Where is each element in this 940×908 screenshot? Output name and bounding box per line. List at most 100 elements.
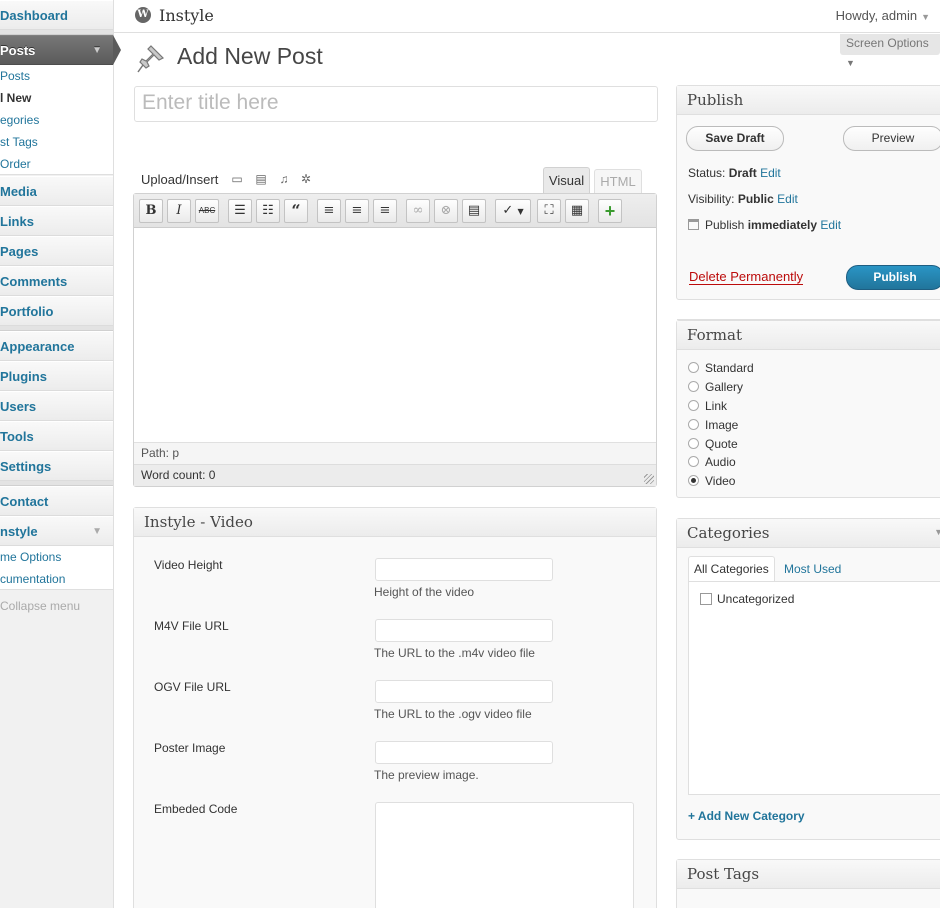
user-greeting[interactable]: Howdy, admin ▼ — [836, 8, 930, 23]
menu-media[interactable]: Media — [0, 176, 113, 206]
add-shortcode-icon[interactable]: + — [598, 199, 622, 223]
format-option-standard[interactable]: Standard — [688, 361, 754, 375]
delete-permanently-link[interactable]: Delete Permanently — [689, 270, 804, 285]
radio-button[interactable] — [688, 381, 699, 392]
edit-visibility-link[interactable]: Edit — [777, 192, 798, 206]
align-left-icon[interactable]: ≡ — [317, 199, 341, 223]
menu-posts[interactable]: Posts ▼ — [0, 35, 113, 65]
submenu-item-post-tags[interactable]: st Tags — [0, 131, 113, 153]
menu-plugins-label: Plugins — [0, 369, 47, 384]
submenu-item-order[interactable]: Order — [0, 153, 113, 175]
strikethrough-button[interactable]: ABC — [195, 199, 219, 223]
screen-options-button[interactable]: Screen Options ▼ — [840, 34, 940, 68]
editor-path: Path: p — [134, 442, 656, 464]
submenu-item-posts[interactable]: Posts — [0, 65, 113, 87]
tab-all-categories[interactable]: All Categories — [688, 556, 775, 582]
format-option-image[interactable]: Image — [688, 418, 738, 432]
post-title-input[interactable]: Enter title here — [134, 86, 658, 122]
menu-links[interactable]: Links — [0, 206, 113, 236]
menu-portfolio[interactable]: Portfolio — [0, 296, 113, 326]
submenu-item-theme-options[interactable]: me Options — [0, 546, 113, 568]
menu-settings[interactable]: Settings — [0, 451, 113, 481]
numbered-list-icon[interactable]: ☷ — [256, 199, 280, 223]
publish-button[interactable]: Publish — [846, 265, 940, 290]
menu-instyle[interactable]: nstyle ▼ — [0, 516, 113, 546]
ogv-url-input[interactable] — [375, 680, 553, 703]
chevron-down-icon[interactable]: ▼ — [92, 517, 102, 545]
edit-schedule-link[interactable]: Edit — [820, 218, 841, 232]
kitchen-sink-icon[interactable]: ▦ — [565, 199, 589, 223]
word-count: Word count: 0 — [134, 464, 656, 486]
radio-button[interactable] — [688, 400, 699, 411]
post-tags-box-title[interactable]: Post Tags — [677, 860, 940, 889]
status-label: Status: — [688, 166, 726, 180]
site-name[interactable]: Instyle — [159, 6, 214, 25]
format-option-quote[interactable]: Quote — [688, 437, 738, 451]
chevron-down-icon: ▼ — [517, 207, 524, 216]
publish-box-title[interactable]: Publish — [677, 86, 940, 115]
radio-button[interactable] — [688, 362, 699, 373]
edit-status-link[interactable]: Edit — [760, 166, 781, 180]
radio-button-selected[interactable] — [688, 475, 699, 486]
add-audio-icon[interactable]: ♫ — [277, 173, 291, 186]
menu-users[interactable]: Users — [0, 391, 113, 421]
add-new-category-link[interactable]: + Add New Category — [688, 809, 805, 823]
menu-pages[interactable]: Pages — [0, 236, 113, 266]
format-option-link[interactable]: Link — [688, 399, 727, 413]
add-media-icon[interactable]: ✲ — [299, 173, 313, 186]
radio-button[interactable] — [688, 419, 699, 430]
format-option-label: Standard — [705, 361, 754, 375]
format-option-label: Image — [705, 418, 739, 432]
menu-tools[interactable]: Tools — [0, 421, 113, 451]
categories-box-title[interactable]: Categories — [677, 519, 940, 548]
save-draft-button[interactable]: Save Draft — [686, 126, 784, 151]
chevron-down-icon: ▼ — [846, 58, 855, 68]
poster-image-label: Poster Image — [154, 741, 226, 755]
chevron-down-icon[interactable]: ▼ — [934, 527, 940, 537]
unlink-icon[interactable]: ⊗ — [434, 199, 458, 223]
poster-image-input[interactable] — [375, 741, 553, 764]
preview-button[interactable]: Preview — [843, 126, 940, 151]
more-tag-icon[interactable]: ▤ — [462, 199, 486, 223]
chevron-down-icon[interactable]: ▼ — [92, 36, 102, 64]
submenu-item-documentation[interactable]: cumentation — [0, 568, 113, 590]
tab-html[interactable]: HTML — [594, 169, 642, 194]
spellcheck-icon[interactable]: ✓ ▼ — [495, 199, 531, 223]
format-option-audio[interactable]: Audio — [688, 455, 736, 469]
tab-most-used[interactable]: Most Used — [784, 562, 841, 576]
m4v-url-input[interactable] — [375, 619, 553, 642]
add-image-icon[interactable]: ▭ — [230, 173, 244, 186]
add-video-icon[interactable]: ▤ — [254, 173, 268, 186]
blockquote-icon[interactable]: “ — [284, 199, 308, 223]
embed-code-textarea[interactable] — [375, 802, 634, 908]
radio-button[interactable] — [688, 456, 699, 467]
format-box-title[interactable]: Format — [677, 321, 940, 350]
video-height-input[interactable] — [375, 558, 553, 581]
bold-button[interactable]: B — [139, 199, 163, 223]
radio-button[interactable] — [688, 438, 699, 449]
menu-appearance[interactable]: Appearance — [0, 331, 113, 361]
menu-contact[interactable]: Contact — [0, 486, 113, 516]
submenu-item-categories[interactable]: egories — [0, 109, 113, 131]
align-right-icon[interactable]: ≡ — [373, 199, 397, 223]
menu-media-label: Media — [0, 184, 37, 199]
bullet-list-icon[interactable]: ☰ — [228, 199, 252, 223]
category-item[interactable]: Uncategorized — [700, 592, 794, 606]
editor-content-area[interactable] — [134, 228, 656, 442]
menu-dashboard[interactable]: Dashboard — [0, 0, 113, 30]
collapse-menu[interactable]: Collapse menu — [0, 599, 80, 613]
format-option-gallery[interactable]: Gallery — [688, 380, 743, 394]
menu-plugins[interactable]: Plugins — [0, 361, 113, 391]
submenu-item-add-new[interactable]: l New — [0, 87, 113, 109]
menu-comments[interactable]: Comments — [0, 266, 113, 296]
align-center-icon[interactable]: ≡ — [345, 199, 369, 223]
resize-handle-icon[interactable] — [644, 474, 654, 484]
fullscreen-icon[interactable]: ⛶ — [537, 199, 561, 223]
italic-button[interactable]: I — [167, 199, 191, 223]
checkbox[interactable] — [700, 593, 712, 605]
format-option-video[interactable]: Video — [688, 474, 735, 488]
link-icon[interactable]: ∞ — [406, 199, 430, 223]
tab-visual[interactable]: Visual — [543, 167, 590, 194]
word-count-text: Word count: 0 — [141, 468, 216, 482]
video-box-title[interactable]: Instyle - Video — [134, 508, 656, 537]
